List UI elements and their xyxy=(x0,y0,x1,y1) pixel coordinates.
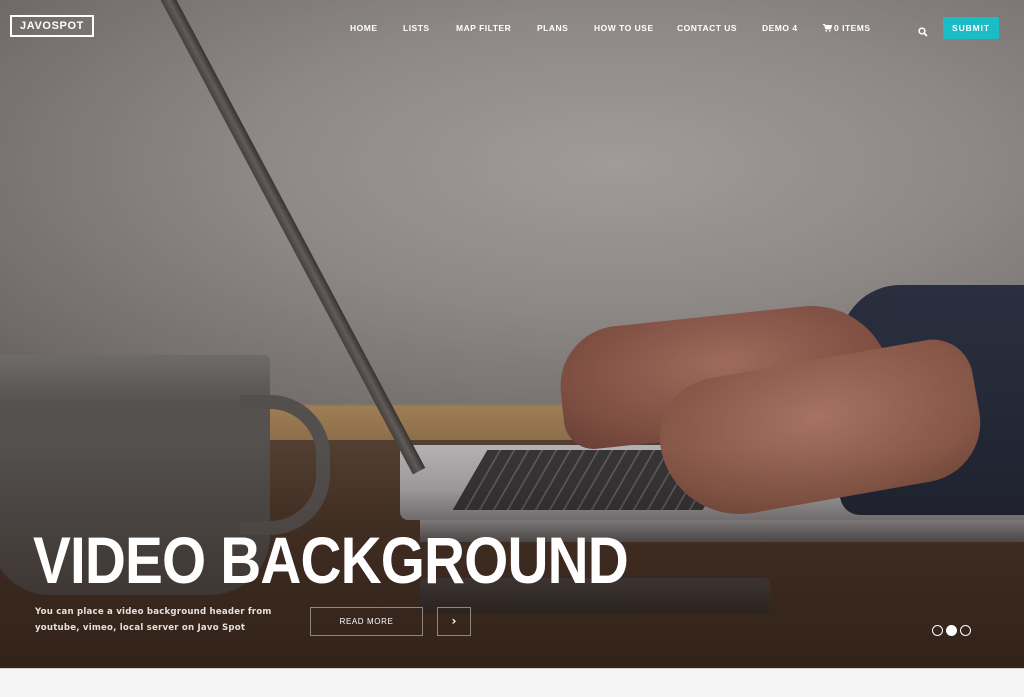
nav-item-home[interactable]: HOME xyxy=(350,22,378,34)
nav-item-demo-4[interactable]: DEMO 4 xyxy=(762,22,798,34)
search-icon xyxy=(918,22,928,41)
cart-icon xyxy=(823,23,833,32)
logo[interactable]: JAVOSPOT xyxy=(10,15,94,37)
cart-count-label: 0 ITEMS xyxy=(834,23,871,33)
nav-item-map-filter[interactable]: MAP FILTER xyxy=(456,22,511,34)
nav-item-plans[interactable]: PLANS xyxy=(537,22,568,34)
next-slide-button[interactable]: › xyxy=(437,607,471,636)
hero-section: VIDEO BACKGROUND You can place a video b… xyxy=(0,0,1024,668)
slider-dot[interactable] xyxy=(932,625,943,636)
site-header: JAVOSPOT HOME LISTS MAP FILTER PLANS HOW… xyxy=(0,0,1024,56)
nav-item-cart[interactable]: 0 ITEMS xyxy=(823,22,871,34)
slider-pagination xyxy=(932,625,971,636)
chevron-right-icon: › xyxy=(451,614,457,628)
slider-dot-active[interactable] xyxy=(946,625,957,636)
search-button[interactable] xyxy=(918,22,930,37)
nav-item-contact-us[interactable]: CONTACT US xyxy=(677,22,737,34)
submit-button[interactable]: SUBMIT xyxy=(943,17,999,39)
slider-dot[interactable] xyxy=(960,625,971,636)
nav-item-lists[interactable]: LISTS xyxy=(403,22,430,34)
nav-item-how-to-use[interactable]: HOW TO USE xyxy=(594,22,654,34)
hero-description: You can place a video background header … xyxy=(35,607,272,633)
read-more-button[interactable]: READ MORE xyxy=(310,607,423,636)
hero-title: VIDEO BACKGROUND xyxy=(33,523,629,597)
content-area xyxy=(0,668,1024,697)
